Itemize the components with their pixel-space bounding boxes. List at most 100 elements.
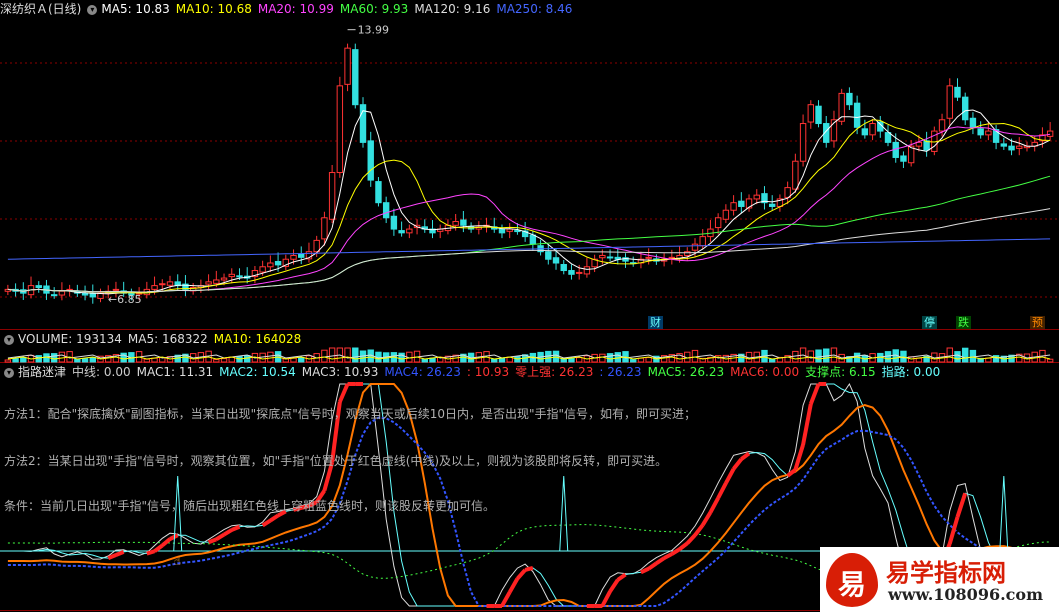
ma250-line xyxy=(7,238,1051,260)
volume-bar xyxy=(352,347,359,363)
volume-bar xyxy=(220,358,228,363)
candle-down xyxy=(367,140,374,181)
candle-down xyxy=(460,219,467,226)
strong-up-segment xyxy=(724,467,736,485)
volume-bar xyxy=(599,353,606,363)
candle-up xyxy=(691,243,699,251)
volume-legend-item: MA5: 168322 xyxy=(127,332,208,346)
indicator-legend: 中线: 0.00 MAC1: 11.31 MAC2: 10.54 MAC3: 10.9… xyxy=(72,365,946,379)
limit-down-badge[interactable]: 跌 xyxy=(956,316,971,329)
indicator-legend-item: MAC2: 10.54 xyxy=(219,365,296,379)
candle-up xyxy=(228,273,235,278)
panel-toggle-icon[interactable]: ▾ xyxy=(4,334,14,345)
volume-bar xyxy=(4,359,12,363)
indicator-legend-item: MAC1: 11.31 xyxy=(136,365,214,379)
candle-down xyxy=(529,234,537,245)
candle-down xyxy=(884,132,892,143)
candle-up xyxy=(452,221,459,226)
volume-bar xyxy=(498,357,506,363)
strong-up-segment xyxy=(160,537,172,548)
candle-down xyxy=(274,260,282,266)
strong-up-segment xyxy=(801,403,813,446)
candle-down xyxy=(954,86,961,98)
volume-bar xyxy=(35,355,42,363)
indicator-legend-item: 中线: 0.00 xyxy=(72,365,131,379)
volume-bar xyxy=(151,357,158,363)
candle-down xyxy=(375,181,382,204)
volume-bar xyxy=(58,351,66,363)
indicator-panel-header: ▾ 指路迷津 中线: 0.00 MAC1: 11.31 MAC2: 10.54 MAC3:… xyxy=(0,364,952,380)
strong-up-segment xyxy=(153,543,164,553)
strong-up-segment xyxy=(955,492,968,518)
candle-up xyxy=(336,85,344,174)
volume-legend: VOLUME: 193134 MA5: 168322 MA10: 164028 xyxy=(18,332,307,346)
candle-up xyxy=(267,262,274,268)
ma-legend-item: MA20: 10.99 xyxy=(257,2,334,16)
flame-logo-icon: 易 xyxy=(826,553,878,607)
volume-bar xyxy=(328,347,336,363)
volume-bar xyxy=(691,349,699,363)
candle-up xyxy=(159,283,166,286)
candle-down xyxy=(977,128,984,136)
signal-spike xyxy=(999,475,1009,552)
volume-bar xyxy=(344,347,351,363)
ma-legend-item: MA250: 8.46 xyxy=(496,2,573,16)
candle-down xyxy=(514,230,521,233)
candle-up xyxy=(714,217,722,229)
candle-up xyxy=(290,254,297,260)
ma-legend-item: MA10: 10.68 xyxy=(175,2,252,16)
forecast-badge[interactable]: 预 xyxy=(1030,316,1045,329)
candle-up xyxy=(575,271,583,274)
ma-legend-item: MA60: 9.93 xyxy=(339,2,409,16)
indicator-title: 指路迷津 xyxy=(18,365,67,379)
candle-down xyxy=(606,256,614,259)
strong-up-segment xyxy=(786,468,797,478)
strong-up-segment xyxy=(693,523,705,537)
low-label: ←6.85 xyxy=(108,293,142,306)
candle-down xyxy=(298,253,305,258)
candle-up xyxy=(730,202,737,211)
strong-up-segment xyxy=(230,524,241,532)
strong-up-segment xyxy=(678,541,689,551)
volume-legend-item: VOLUME: 193134 xyxy=(18,332,122,346)
candle-up xyxy=(799,123,807,162)
volume-bar xyxy=(915,357,923,363)
method-2-note: 方法2：当某日出现"手指"信号时，观察其位置，如"手指"位置处于红色虚线(中线)… xyxy=(4,454,668,468)
volume-bar xyxy=(213,359,220,363)
stock-chart-canvas: 13.99←6.85☝☝ xyxy=(0,24,1059,611)
ma-legend-item: MA5: 10.83 xyxy=(101,2,170,16)
indicator-legend-item: 指路: 0.00 xyxy=(881,365,941,379)
suspend-badge[interactable]: 停 xyxy=(922,316,937,329)
panel-toggle-icon[interactable]: ▾ xyxy=(4,367,14,378)
candle-up xyxy=(699,236,706,247)
volume-bar xyxy=(884,351,892,363)
ma-legend-item: MA120: 9.16 xyxy=(414,2,491,16)
strong-up-segment xyxy=(655,556,666,565)
candle-down xyxy=(398,230,405,234)
strong-up-segment xyxy=(146,549,156,556)
candle-down xyxy=(568,270,575,275)
volume-bar xyxy=(1046,358,1054,363)
candle-down xyxy=(969,117,977,128)
candle-up xyxy=(869,123,876,136)
site-url: www.108096.com xyxy=(888,585,1043,604)
candle-up xyxy=(344,47,351,85)
volume-bar xyxy=(962,347,969,363)
indicator-legend-item: 零上强: 26.23 xyxy=(515,365,594,379)
strong-up-segment xyxy=(608,578,620,593)
strong-up-segment xyxy=(701,511,713,527)
volume-bar xyxy=(20,357,27,363)
candle-down xyxy=(768,203,776,207)
candle-down xyxy=(923,140,930,151)
strong-up-segment xyxy=(647,561,658,571)
candle-up xyxy=(1046,130,1054,137)
candle-down xyxy=(89,293,96,298)
finger-signal-icon: ☝ xyxy=(174,554,181,568)
candle-up xyxy=(406,228,413,234)
indicator-legend-item: MAC5: 26.23 xyxy=(647,365,725,379)
finance-badge[interactable]: 财 xyxy=(648,316,663,329)
strong-up-segment xyxy=(732,457,743,471)
candle-down xyxy=(1000,143,1008,147)
watermark-logo: 易 易学指标网 www.108096.com xyxy=(820,547,1059,612)
panel-toggle-icon[interactable]: ▾ xyxy=(87,4,98,15)
